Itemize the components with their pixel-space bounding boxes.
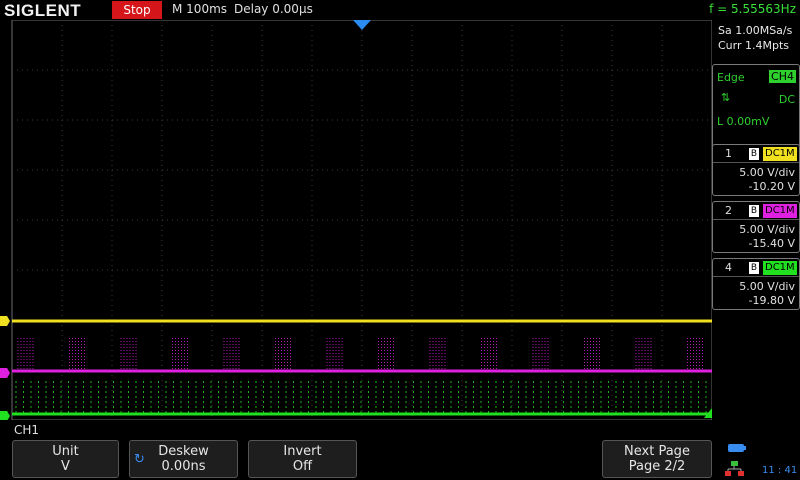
timebase-readout[interactable]: M 100ms <box>172 2 227 16</box>
softkey-value: 0.00ns <box>161 459 206 474</box>
channel-1-info[interactable]: 1 B DC1M 5.00 V/div -10.20 V <box>712 144 800 196</box>
battery-icon <box>728 444 746 452</box>
trigger-info[interactable]: Edge CH4 ⇅ DC L 0.00mV <box>712 64 800 148</box>
volts-per-div: 5.00 V/div <box>739 223 795 236</box>
channel-4-info[interactable]: 4 B DC1M 5.00 V/div -19.80 V <box>712 258 800 310</box>
network-icon <box>725 461 744 476</box>
rise-fall-slope-icon: ⇅ <box>721 91 731 104</box>
channel-2-info[interactable]: 2 B DC1M 5.00 V/div -15.40 V <box>712 201 800 253</box>
volts-per-div: 5.00 V/div <box>739 166 795 179</box>
softkey-value: Page 2/2 <box>628 459 686 474</box>
channel-offset: -19.80 V <box>748 294 795 307</box>
channel-number: 2 <box>725 204 732 217</box>
invert-softkey[interactable]: Invert Off <box>248 440 357 478</box>
impedance-icon: B <box>749 205 759 217</box>
deskew-softkey[interactable]: ↻ Deskew 0.00ns <box>129 440 238 478</box>
channel-coupling: DC1M <box>763 261 797 275</box>
delay-readout[interactable]: Delay 0.00µs <box>234 2 313 16</box>
next-page-softkey[interactable]: Next Page Page 2/2 <box>602 440 712 478</box>
trigger-position-marker-icon[interactable] <box>353 20 371 30</box>
info-panel: Sa 1.00MSa/s Curr 1.4Mpts Edge CH4 ⇅ DC … <box>712 20 800 440</box>
unit-softkey[interactable]: Unit V <box>12 440 119 478</box>
impedance-icon: B <box>749 148 759 160</box>
brand-logo: SIGLENT <box>4 1 82 20</box>
acquisition-info: Sa 1.00MSa/s Curr 1.4Mpts <box>712 20 800 56</box>
softkey-title: Deskew <box>158 444 209 459</box>
channel-number: 1 <box>725 147 732 160</box>
sample-rate: Sa 1.00MSa/s <box>718 24 793 37</box>
channel-coupling: DC1M <box>763 147 797 161</box>
frequency-readout: f = 5.55563Hz <box>709 2 796 16</box>
softkey-title: Unit <box>52 444 79 459</box>
trigger-type: Edge <box>717 71 745 84</box>
trigger-source: CH4 <box>769 70 796 83</box>
memory-depth: Curr 1.4Mpts <box>718 39 790 52</box>
channel-offset: -15.40 V <box>748 237 795 250</box>
channel-offset: -10.20 V <box>748 180 795 193</box>
softkey-value: Off <box>292 459 313 474</box>
trigger-coupling: DC <box>778 93 795 106</box>
run-stop-indicator[interactable]: Stop <box>112 1 162 19</box>
softkey-title: Invert <box>283 444 322 459</box>
status-bar: SIGLENT Stop M 100ms Delay 0.00µs f = 5.… <box>0 0 800 20</box>
softkey-title: Next Page <box>624 444 690 459</box>
waveform-display[interactable] <box>0 0 712 420</box>
softkey-value: V <box>61 459 70 474</box>
volts-per-div: 5.00 V/div <box>739 280 795 293</box>
channel-coupling: DC1M <box>763 204 797 218</box>
knob-icon: ↻ <box>134 452 145 467</box>
channel-number: 4 <box>725 261 732 274</box>
impedance-icon: B <box>749 262 759 274</box>
trigger-level: L 0.00mV <box>717 115 770 128</box>
system-clock: 11 : 41 <box>762 465 798 476</box>
menu-channel-label: CH1 <box>14 423 40 437</box>
